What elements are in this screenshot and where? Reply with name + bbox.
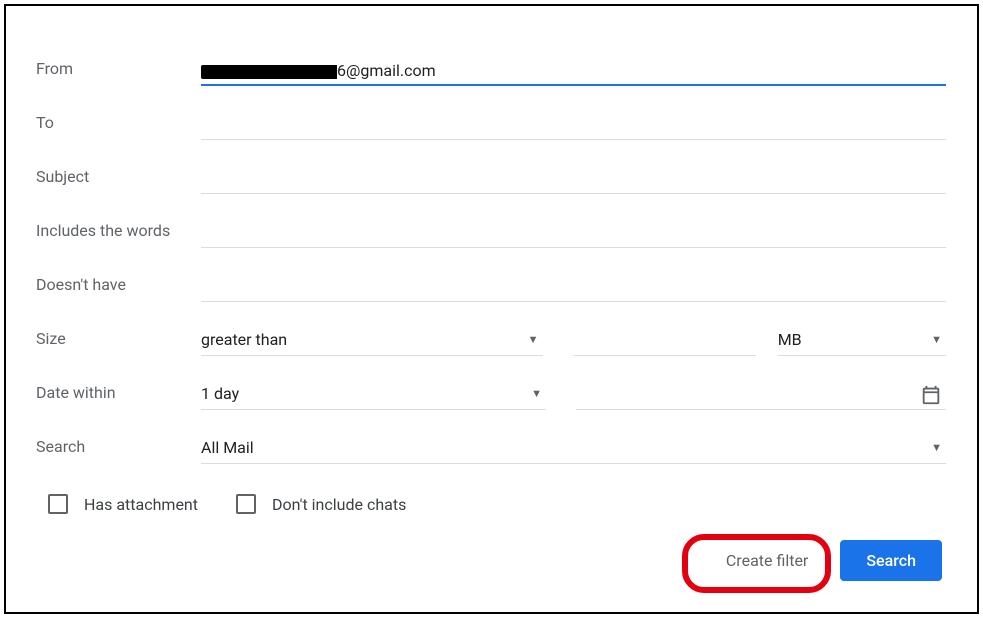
doesnt-input[interactable] [201, 270, 946, 302]
field-doesnt-wrap [201, 270, 946, 302]
label-search: Search [36, 437, 201, 464]
label-includes: Includes the words [36, 221, 201, 248]
has-attachment-label: Has attachment [84, 495, 198, 514]
create-filter-button[interactable]: Create filter [712, 541, 822, 580]
row-subject: Subject [36, 154, 946, 194]
date-range-value: 1 day [201, 384, 239, 403]
row-date: Date within 1 day ▼ [36, 370, 946, 410]
dropdown-arrow-icon: ▼ [931, 333, 942, 346]
row-to: To [36, 100, 946, 140]
button-row: Create filter Search [712, 540, 942, 581]
checkbox-box-icon [236, 494, 256, 514]
size-unit-value: MB [778, 330, 802, 349]
includes-input[interactable] [201, 216, 946, 248]
search-scope-select[interactable]: All Mail ▼ [201, 432, 946, 464]
size-comparator-select[interactable]: greater than ▼ [201, 324, 543, 356]
exclude-chats-label: Don't include chats [272, 495, 406, 514]
row-doesnt: Doesn't have [36, 262, 946, 302]
field-to-wrap [201, 108, 946, 140]
calendar-icon[interactable] [920, 384, 942, 406]
row-includes: Includes the words [36, 208, 946, 248]
search-scope-value: All Mail [201, 438, 254, 457]
subject-input[interactable] [201, 162, 946, 194]
form-area: From 6@gmail.com To Subject [11, 11, 976, 514]
size-value-input[interactable] [573, 324, 756, 356]
search-button[interactable]: Search [840, 540, 942, 581]
dropdown-arrow-icon: ▼ [931, 441, 942, 454]
row-search: Search All Mail ▼ [36, 424, 946, 464]
dialog-border: From 6@gmail.com To Subject [4, 4, 979, 614]
size-value-wrap [573, 324, 756, 356]
date-of-input[interactable] [576, 378, 946, 410]
label-doesnt: Doesn't have [36, 275, 201, 302]
dropdown-arrow-icon: ▼ [528, 333, 539, 346]
checkbox-row: Has attachment Don't include chats [36, 494, 946, 514]
date-range-select[interactable]: 1 day ▼ [201, 378, 546, 410]
to-input[interactable] [201, 108, 946, 140]
checkbox-box-icon [48, 494, 68, 514]
label-from: From [36, 59, 201, 86]
label-to: To [36, 113, 201, 140]
exclude-chats-checkbox[interactable]: Don't include chats [236, 494, 406, 514]
size-comparator-value: greater than [201, 330, 287, 349]
date-of-wrap [576, 378, 946, 410]
field-subject-wrap [201, 162, 946, 194]
field-includes-wrap [201, 216, 946, 248]
row-size: Size greater than ▼ MB ▼ [36, 316, 946, 356]
redaction-bar [201, 65, 351, 79]
field-from-wrap: 6@gmail.com [201, 53, 946, 86]
size-unit-select[interactable]: MB ▼ [778, 324, 946, 356]
label-date: Date within [36, 383, 201, 410]
label-size: Size [36, 329, 201, 356]
row-from: From 6@gmail.com [36, 46, 946, 86]
dropdown-arrow-icon: ▼ [531, 387, 542, 400]
label-subject: Subject [36, 167, 201, 194]
search-filter-panel: From 6@gmail.com To Subject [11, 11, 976, 609]
has-attachment-checkbox[interactable]: Has attachment [48, 494, 198, 514]
